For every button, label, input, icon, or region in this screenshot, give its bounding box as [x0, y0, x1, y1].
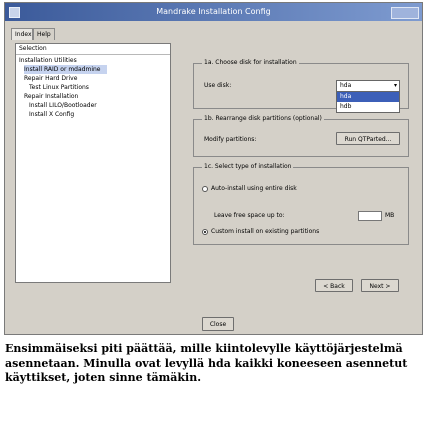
disk-options-list: hda hdb — [336, 91, 400, 113]
free-space-label: Leave free space up to: — [214, 212, 285, 219]
back-button[interactable]: < Back — [315, 279, 353, 292]
chevron-down-icon: ▾ — [393, 82, 397, 89]
custom-install-radio[interactable] — [202, 229, 208, 235]
modify-partitions-label: Modify partitions: — [204, 136, 257, 143]
choose-disk-group: 1a. Choose disk for installation Use dis… — [193, 59, 409, 113]
free-space-input[interactable] — [358, 211, 382, 221]
article-caption: Ensimmäiseksi piti päättää, mille kiinto… — [5, 342, 408, 384]
tree-item-install-lilo[interactable]: Install LILO/Bootloader — [29, 101, 97, 110]
next-button[interactable]: Next > — [361, 279, 399, 292]
tree-item-repair-installation[interactable]: Repair Installation — [24, 92, 78, 101]
window-controls[interactable] — [391, 7, 419, 19]
install-type-title: 1c. Select type of installation — [202, 163, 294, 171]
tree-item-installation-utilities[interactable]: Installation Utilities — [19, 56, 77, 65]
tree-item-repair-hard-drive[interactable]: Repair Hard Drive — [24, 74, 77, 83]
disk-option-hdb[interactable]: hdb — [337, 102, 399, 112]
window-title: Mandrake Installation Config — [156, 7, 271, 16]
close-button[interactable]: Close — [202, 317, 234, 331]
tree-item-install-x-config[interactable]: Install X Config — [29, 110, 74, 119]
rearrange-partitions-title: 1b. Rearrange disk partitions (optional) — [202, 115, 324, 123]
auto-install-radio[interactable] — [202, 186, 208, 192]
settings-panel: 1a. Choose disk for installation Use dis… — [175, 43, 421, 292]
disk-option-hda[interactable]: hda — [337, 92, 399, 102]
custom-install-label: Custom install on existing partitions — [211, 228, 320, 235]
disk-select-value: hda — [340, 82, 352, 89]
run-qtparted-button[interactable]: Run QTParted... — [336, 132, 400, 145]
installer-window: Mandrake Installation Config Index Help … — [4, 2, 423, 335]
tree-header: Selection — [16, 44, 170, 55]
use-disk-label: Use disk: — [204, 82, 232, 89]
selection-tree: Selection Installation Utilities Install… — [15, 43, 171, 283]
tab-help[interactable]: Help — [33, 28, 55, 40]
window-menu-icon[interactable] — [9, 7, 20, 18]
free-space-unit: MB — [385, 212, 395, 219]
auto-install-label: Auto-install using entire disk — [211, 185, 297, 192]
tree-item-install-raid[interactable]: Install RAID or mdadmine — [24, 65, 107, 74]
choose-disk-title: 1a. Choose disk for installation — [202, 59, 299, 67]
rearrange-partitions-group: 1b. Rearrange disk partitions (optional)… — [193, 115, 409, 157]
tab-index[interactable]: Index — [11, 28, 33, 40]
title-bar: Mandrake Installation Config — [5, 3, 422, 21]
tree-item-test-linux-partitions[interactable]: Test Linux Partitions — [29, 83, 89, 92]
install-type-group: 1c. Select type of installation Auto-ins… — [193, 163, 409, 245]
